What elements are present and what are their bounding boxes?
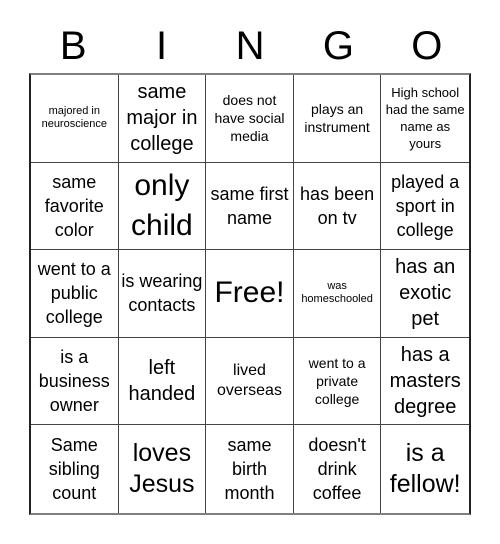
header-letter-o: O	[411, 24, 443, 68]
header-letter-i: I	[156, 24, 168, 68]
bingo-cell[interactable]: went to a private college	[293, 337, 382, 426]
cell-text: only child	[131, 168, 193, 242]
header-letter-g: G	[322, 24, 354, 68]
cell-text: lived overseas	[217, 362, 282, 400]
cell-text: loves Jesus	[129, 439, 195, 499]
bingo-cell[interactable]: loves Jesus	[119, 425, 207, 513]
bingo-cell[interactable]: has a masters degree	[381, 338, 469, 426]
bingo-cell[interactable]: went to a public college	[31, 250, 119, 338]
bingo-cell[interactable]: has been on tv	[293, 162, 382, 251]
cell-text: played a sport in college	[391, 171, 460, 240]
bingo-cell[interactable]: High school had the same name as yours	[381, 75, 469, 163]
cell-text: is a business owner	[38, 347, 110, 416]
cell-text: majored in neuroscience	[41, 105, 108, 131]
bingo-cell[interactable]: does not have social media	[206, 75, 294, 163]
bingo-cell[interactable]: plays an instrument	[293, 75, 382, 163]
cell-text: has an exotic pet	[395, 256, 456, 331]
cell-text: same major in college	[126, 81, 198, 156]
bingo-cell[interactable]: same birth month	[206, 425, 294, 513]
bingo-cell[interactable]: same major in college	[118, 75, 207, 163]
cell-text: is a fellow!	[389, 439, 461, 499]
bingo-cell[interactable]: same first name	[206, 162, 294, 251]
cell-text: went to a private college	[308, 355, 366, 408]
cell-text: same first name	[210, 183, 289, 228]
cell-text: has been on tv	[300, 183, 375, 228]
bingo-cell[interactable]: is a business owner	[31, 337, 119, 426]
bingo-grid: majored in neuroscience same major in co…	[29, 73, 471, 515]
cell-text: plays an instrument	[304, 101, 370, 136]
bingo-cell[interactable]: is wearing contacts	[118, 250, 207, 338]
bingo-cell[interactable]: was homeschooled	[293, 250, 382, 338]
bingo-cell[interactable]: only child	[118, 162, 207, 251]
bingo-header: B I N G O	[29, 20, 471, 73]
bingo-cell[interactable]: same favorite color	[31, 162, 119, 251]
bingo-cell[interactable]: lived overseas	[206, 337, 294, 426]
free-space-text: Free!	[214, 276, 285, 310]
bingo-cell[interactable]: left handed	[118, 337, 207, 426]
cell-text: doesn't drink coffee	[308, 435, 366, 504]
cell-text: High school had the same name as yours	[385, 85, 465, 152]
bingo-cell[interactable]: is a fellow!	[381, 425, 469, 513]
cell-text: same favorite color	[44, 171, 104, 240]
cell-text: does not have social media	[214, 92, 285, 145]
bingo-cell[interactable]: majored in neuroscience	[31, 75, 119, 163]
bingo-cell[interactable]: doesn't drink coffee	[294, 425, 382, 513]
cell-text: has a masters degree	[389, 344, 461, 419]
header-letter-b: B	[59, 24, 87, 68]
cell-text: was homeschooled	[301, 280, 373, 306]
free-space-cell[interactable]: Free!	[206, 250, 294, 338]
cell-text: Same sibling count	[48, 435, 100, 504]
cell-text: went to a public college	[37, 259, 111, 328]
bingo-cell[interactable]: played a sport in college	[381, 163, 469, 251]
cell-text: is wearing contacts	[121, 271, 203, 316]
header-letter-n: N	[235, 24, 265, 68]
cell-text: left handed	[128, 357, 196, 406]
bingo-cell[interactable]: has an exotic pet	[381, 250, 469, 338]
bingo-cell[interactable]: Same sibling count	[31, 425, 119, 513]
cell-text: same birth month	[224, 435, 275, 504]
